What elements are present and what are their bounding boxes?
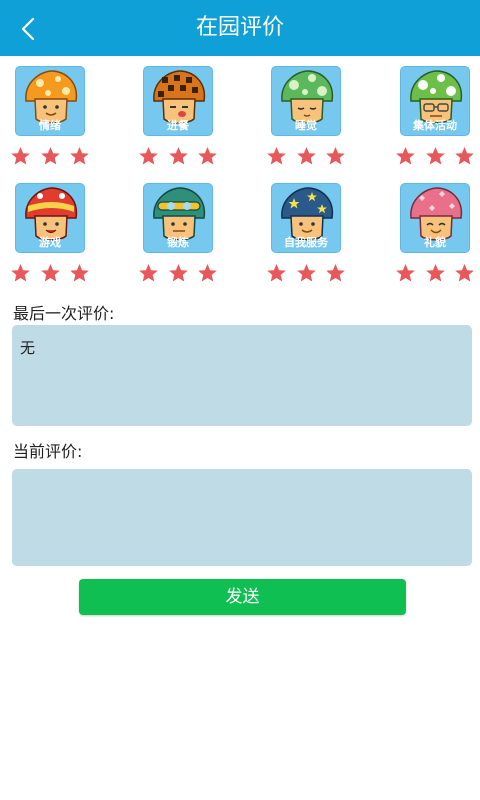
star-icon[interactable]: [40, 263, 61, 283]
star-icon[interactable]: [454, 263, 475, 283]
star-icon[interactable]: [395, 146, 416, 166]
star-icon[interactable]: [266, 263, 287, 283]
star-icon[interactable]: [197, 263, 218, 283]
page-title: 在园评价: [195, 15, 284, 40]
category-tile[interactable]: 锻炼: [143, 183, 213, 253]
star-rating: [138, 146, 218, 166]
star-icon[interactable]: [197, 146, 218, 166]
star-rating: [266, 263, 346, 283]
star-icon[interactable]: [296, 146, 317, 166]
star-rating: [395, 263, 475, 283]
current-review-input[interactable]: [12, 469, 472, 566]
star-icon[interactable]: [454, 146, 475, 166]
star-icon[interactable]: [138, 146, 159, 166]
star-icon[interactable]: [40, 146, 61, 166]
send-button[interactable]: 发送: [79, 579, 406, 615]
category-label: 自我服务: [284, 236, 328, 249]
star-icon[interactable]: [168, 146, 189, 166]
star-icon[interactable]: [168, 263, 189, 283]
star-icon[interactable]: [138, 263, 159, 283]
category-tile[interactable]: 游戏: [15, 183, 85, 253]
star-rating: [10, 146, 90, 166]
star-rating: [266, 146, 346, 166]
star-icon[interactable]: [69, 146, 90, 166]
category-tile[interactable]: 进餐: [143, 66, 213, 136]
category-label: 礼貌: [424, 236, 446, 249]
star-icon[interactable]: [10, 263, 31, 283]
star-rating: [138, 263, 218, 283]
category-tile[interactable]: 礼貌: [400, 183, 470, 253]
last-review-label: 最后一次评价:: [13, 304, 115, 323]
category-tile[interactable]: 睡觉: [271, 66, 341, 136]
category-tile[interactable]: 自我服务: [271, 183, 341, 253]
star-rating: [395, 146, 475, 166]
category-label: 进餐: [167, 119, 189, 132]
star-icon[interactable]: [395, 263, 416, 283]
star-icon[interactable]: [296, 263, 317, 283]
star-icon[interactable]: [69, 263, 90, 283]
star-icon[interactable]: [266, 146, 287, 166]
star-icon[interactable]: [425, 146, 446, 166]
category-tile[interactable]: 集体活动: [400, 66, 470, 136]
star-icon[interactable]: [425, 263, 446, 283]
category-label: 情绪: [39, 119, 61, 132]
star-rating: [10, 263, 90, 283]
current-review-label: 当前评价:: [13, 442, 83, 461]
category-label: 游戏: [39, 236, 61, 249]
last-review-text: 无: [12, 325, 472, 426]
category-label: 锻炼: [167, 236, 189, 249]
category-label: 睡觉: [295, 119, 317, 132]
star-icon[interactable]: [10, 146, 31, 166]
star-icon[interactable]: [325, 263, 346, 283]
category-label: 集体活动: [413, 119, 457, 132]
star-icon[interactable]: [325, 146, 346, 166]
category-tile[interactable]: 情绪: [15, 66, 85, 136]
header-bar: 在园评价: [0, 0, 480, 56]
